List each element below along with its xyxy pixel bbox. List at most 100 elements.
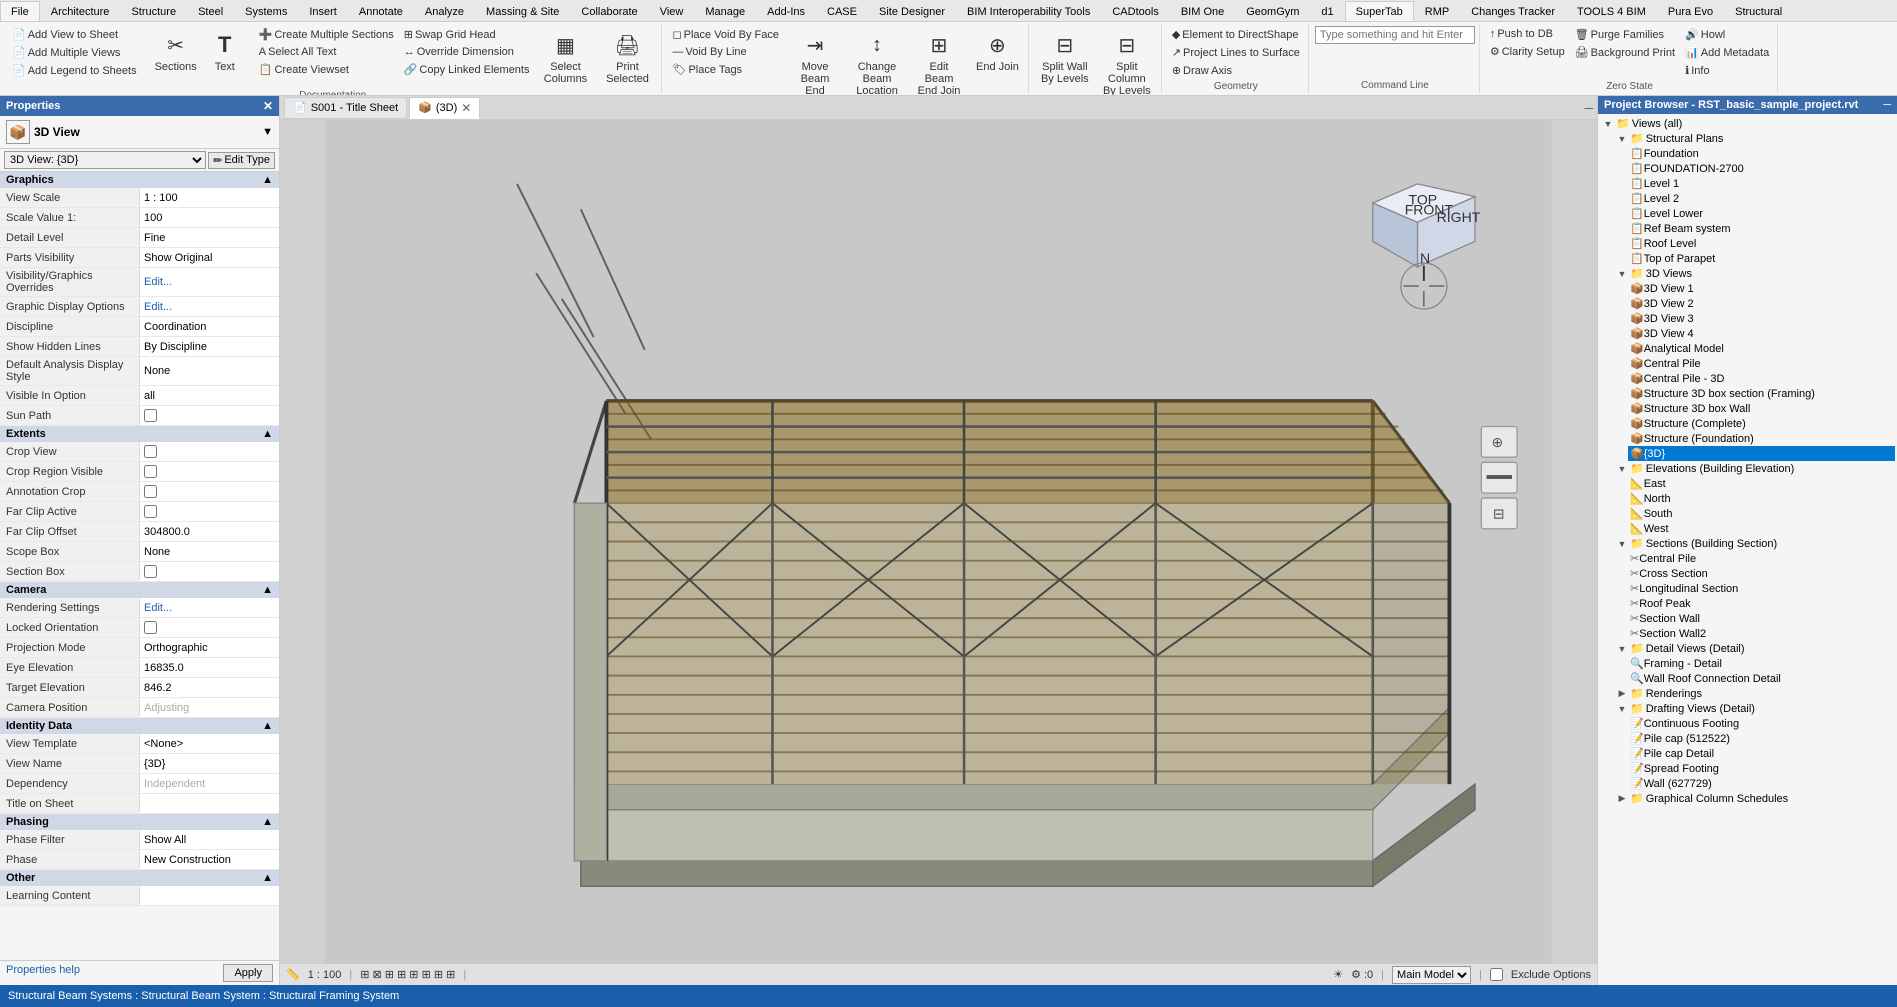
void-by-line-btn[interactable]: —Void By Line <box>668 44 783 60</box>
split-wall-btn[interactable]: ⊟ Split Wall By Levels <box>1035 26 1095 88</box>
pb-level-2[interactable]: 📋Level 2 <box>1628 191 1895 206</box>
pb-3d-view-4[interactable]: 📦3D View 4 <box>1628 326 1895 341</box>
far-clip-checkbox[interactable] <box>144 505 157 518</box>
pb-pile-cap-512522[interactable]: 📝Pile cap (512522) <box>1628 731 1895 746</box>
pb-foundation[interactable]: 📋Foundation <box>1628 146 1895 161</box>
pb-spread-footing[interactable]: 📝Spread Footing <box>1628 761 1895 776</box>
tab-3d-view[interactable]: 📦 (3D) ✕ <box>409 97 480 119</box>
locked-orient-checkbox[interactable] <box>144 621 157 634</box>
tab-d1[interactable]: d1 <box>1310 1 1344 21</box>
copy-linked-btn[interactable]: 🔗Copy Linked Elements <box>400 61 534 78</box>
add-metadata-btn[interactable]: 📊Add Metadata <box>1681 44 1773 61</box>
pb-3d-view-3[interactable]: 📦3D View 3 <box>1628 311 1895 326</box>
tab-analyze[interactable]: Analyze <box>414 1 475 21</box>
tab-case[interactable]: CASE <box>816 1 868 21</box>
tab-supertab[interactable]: SuperTab <box>1345 1 1414 21</box>
add-legend-btn[interactable]: 📄Add Legend to Sheets <box>8 62 141 79</box>
swap-grid-head-btn[interactable]: ⊞Swap Grid Head <box>400 26 534 43</box>
pb-level-1[interactable]: 📋Level 1 <box>1628 176 1895 191</box>
add-view-to-sheet-btn[interactable]: 📄Add View to Sheet <box>8 26 141 43</box>
create-viewset-btn[interactable]: 📋Create Viewset <box>255 61 398 78</box>
pb-top-of-parapet[interactable]: 📋Top of Parapet <box>1628 251 1895 266</box>
model-selector[interactable]: Main Model <box>1392 966 1471 984</box>
tab-structural[interactable]: Structural <box>1724 1 1793 21</box>
info-btn[interactable]: ℹInfo <box>1681 62 1773 79</box>
pb-continuous-footing[interactable]: 📝Continuous Footing <box>1628 716 1895 731</box>
tab-file[interactable]: File <box>0 1 40 21</box>
tab-addins[interactable]: Add-Ins <box>756 1 816 21</box>
pb-section-wall[interactable]: ✂Section Wall <box>1628 611 1895 626</box>
split-column-btn[interactable]: ⊟ Split Column By Levels <box>1097 26 1157 95</box>
camera-section-header[interactable]: Camera ▲ <box>0 582 279 598</box>
tab-manage[interactable]: Manage <box>694 1 756 21</box>
annotation-crop-checkbox[interactable] <box>144 485 157 498</box>
change-beam-location-btn[interactable]: ↕ Change Beam Location <box>847 26 907 95</box>
pb-south[interactable]: 📐South <box>1628 506 1895 521</box>
pb-level-lower[interactable]: 📋Level Lower <box>1628 206 1895 221</box>
tab-structure[interactable]: Structure <box>120 1 187 21</box>
extents-section-header[interactable]: Extents ▲ <box>0 426 279 442</box>
pb-pile-cap-detail[interactable]: 📝Pile cap Detail <box>1628 746 1895 761</box>
tab-site-designer[interactable]: Site Designer <box>868 1 956 21</box>
identity-section-header[interactable]: Identity Data ▲ <box>0 718 279 734</box>
pb-ref-beam[interactable]: 📋Ref Beam system <box>1628 221 1895 236</box>
section-box-checkbox[interactable] <box>144 565 157 578</box>
pb-sections[interactable]: ▼ 📁 Sections (Building Section) <box>1614 536 1895 551</box>
pb-central-pile-3d[interactable]: 📦Central Pile - 3D <box>1628 371 1895 386</box>
place-void-by-face-btn[interactable]: ◻Place Void By Face <box>668 26 783 43</box>
sections-btn[interactable]: ✂ Sections <box>150 26 202 76</box>
pb-views-all[interactable]: ▼ 📁 Views (all) <box>1600 116 1895 131</box>
tab-changes-tracker[interactable]: Changes Tracker <box>1460 1 1566 21</box>
tab-steel[interactable]: Steel <box>187 1 234 21</box>
sun-path-checkbox[interactable] <box>144 409 157 422</box>
other-section-header[interactable]: Other ▲ <box>0 870 279 886</box>
pb-detail-views[interactable]: ▼ 📁 Detail Views (Detail) <box>1614 641 1895 656</box>
pb-roof-peak[interactable]: ✂Roof Peak <box>1628 596 1895 611</box>
add-multiple-views-btn[interactable]: 📄Add Multiple Views <box>8 44 141 61</box>
pb-3d-view-2[interactable]: 📦3D View 2 <box>1628 296 1895 311</box>
tab-tools4bim[interactable]: TOOLS 4 BIM <box>1566 1 1657 21</box>
pb-structure-foundation[interactable]: 📦Structure (Foundation) <box>1628 431 1895 446</box>
pb-renderings[interactable]: ▶ 📁 Renderings <box>1614 686 1895 701</box>
command-line-input[interactable] <box>1315 26 1475 44</box>
override-dimension-btn[interactable]: ↔Override Dimension <box>400 44 534 60</box>
pb-longitudinal-section[interactable]: ✂Longitudinal Section <box>1628 581 1895 596</box>
place-tags-btn[interactable]: 🏷Place Tags <box>668 61 783 78</box>
edit-type-button[interactable]: ✏ Edit Type <box>208 152 275 169</box>
phasing-section-header[interactable]: Phasing ▲ <box>0 814 279 830</box>
text-btn[interactable]: T Text <box>204 26 246 76</box>
pb-drafting-views[interactable]: ▼ 📁 Drafting Views (Detail) <box>1614 701 1895 716</box>
pb-foundation-2700[interactable]: 📋FOUNDATION-2700 <box>1628 161 1895 176</box>
apply-button[interactable]: Apply <box>223 964 273 982</box>
view-selector[interactable]: 3D View: {3D} <box>4 151 206 169</box>
background-print-btn[interactable]: 🖨Background Print <box>1571 44 1679 61</box>
tab-bim-one[interactable]: BIM One <box>1170 1 1235 21</box>
pb-3d-view-1[interactable]: 📦3D View 1 <box>1628 281 1895 296</box>
tab-massing[interactable]: Massing & Site <box>475 1 570 21</box>
properties-help-link[interactable]: Properties help <box>6 964 80 976</box>
tab-bim-interop[interactable]: BIM Interoperability Tools <box>956 1 1101 21</box>
pb-analytical-model[interactable]: 📦Analytical Model <box>1628 341 1895 356</box>
properties-close-btn[interactable]: ✕ <box>263 99 273 113</box>
tab-systems[interactable]: Systems <box>234 1 298 21</box>
pb-west[interactable]: 📐West <box>1628 521 1895 536</box>
crop-view-checkbox[interactable] <box>144 445 157 458</box>
tab-architecture[interactable]: Architecture <box>40 1 121 21</box>
tab-rmp[interactable]: RMP <box>1414 1 1460 21</box>
pb-graphical-column[interactable]: ▶ 📁 Graphical Column Schedules <box>1614 791 1895 806</box>
exclude-options-checkbox[interactable] <box>1490 968 1503 981</box>
view-scale-input[interactable] <box>144 192 275 204</box>
pb-wall-627729[interactable]: 📝Wall (627729) <box>1628 776 1895 791</box>
pb-structure-complete[interactable]: 📦Structure (Complete) <box>1628 416 1895 431</box>
pb-cross-section[interactable]: ✂Cross Section <box>1628 566 1895 581</box>
pb-structure-3d-wall[interactable]: 📦Structure 3D box Wall <box>1628 401 1895 416</box>
tab-annotate[interactable]: Annotate <box>348 1 414 21</box>
pb-3d-views[interactable]: ▼ 📁 3D Views <box>1614 266 1895 281</box>
pb-east[interactable]: 📐East <box>1628 476 1895 491</box>
pb-structural-plans[interactable]: ▼ 📁 Structural Plans <box>1614 131 1895 146</box>
push-to-db-btn[interactable]: ↑Push to DB <box>1486 26 1569 42</box>
tab-cadtools[interactable]: CADtools <box>1101 1 1169 21</box>
view-canvas[interactable]: FRONT RIGHT TOP N ⊕ <box>280 120 1597 963</box>
tab-collaborate[interactable]: Collaborate <box>570 1 648 21</box>
pb-section-wall2[interactable]: ✂Section Wall2 <box>1628 626 1895 641</box>
